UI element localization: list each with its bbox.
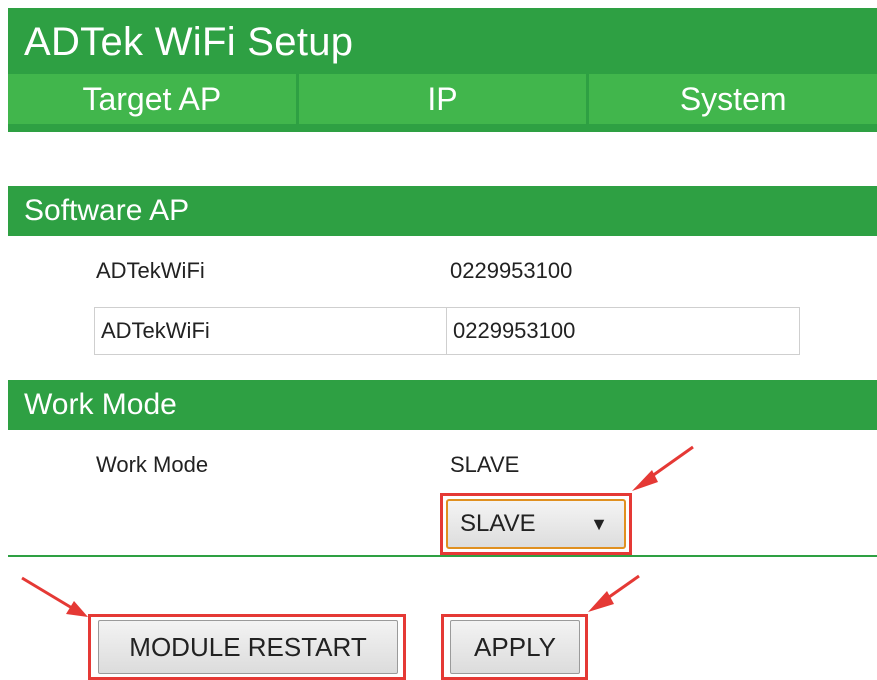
apply-button[interactable]: APPLY xyxy=(450,620,580,674)
dropdown-arrow-icon: ▼ xyxy=(590,514,608,534)
arrow-to-apply-icon xyxy=(588,574,640,612)
tab-bar: Target AP IP System xyxy=(8,74,877,124)
tab-target-ap[interactable]: Target AP xyxy=(8,74,299,124)
module-restart-button[interactable]: MODULE RESTART xyxy=(98,620,398,674)
work-mode-select[interactable]: SLAVE ▼ xyxy=(446,499,626,549)
arrow-to-select-icon xyxy=(632,445,694,491)
work-mode-current-value: SLAVE xyxy=(450,452,520,477)
arrow-to-restart-icon xyxy=(21,576,88,617)
ssid-input[interactable]: ADTekWiFi xyxy=(94,307,446,355)
app-title: ADTek WiFi Setup xyxy=(24,20,354,64)
section-title-work-mode: Work Mode xyxy=(8,380,877,430)
tab-system[interactable]: System xyxy=(589,74,877,124)
password-input[interactable]: 0229953100 xyxy=(446,307,800,355)
tab-ip[interactable]: IP xyxy=(298,74,590,124)
work-mode-label: Work Mode xyxy=(96,452,209,477)
work-mode-select-value: SLAVE xyxy=(460,510,536,537)
current-ssid-text: ADTekWiFi xyxy=(96,258,205,283)
divider xyxy=(8,555,877,557)
section-title-software-ap: Software AP xyxy=(8,186,877,236)
current-password-text: 0229953100 xyxy=(450,258,573,283)
